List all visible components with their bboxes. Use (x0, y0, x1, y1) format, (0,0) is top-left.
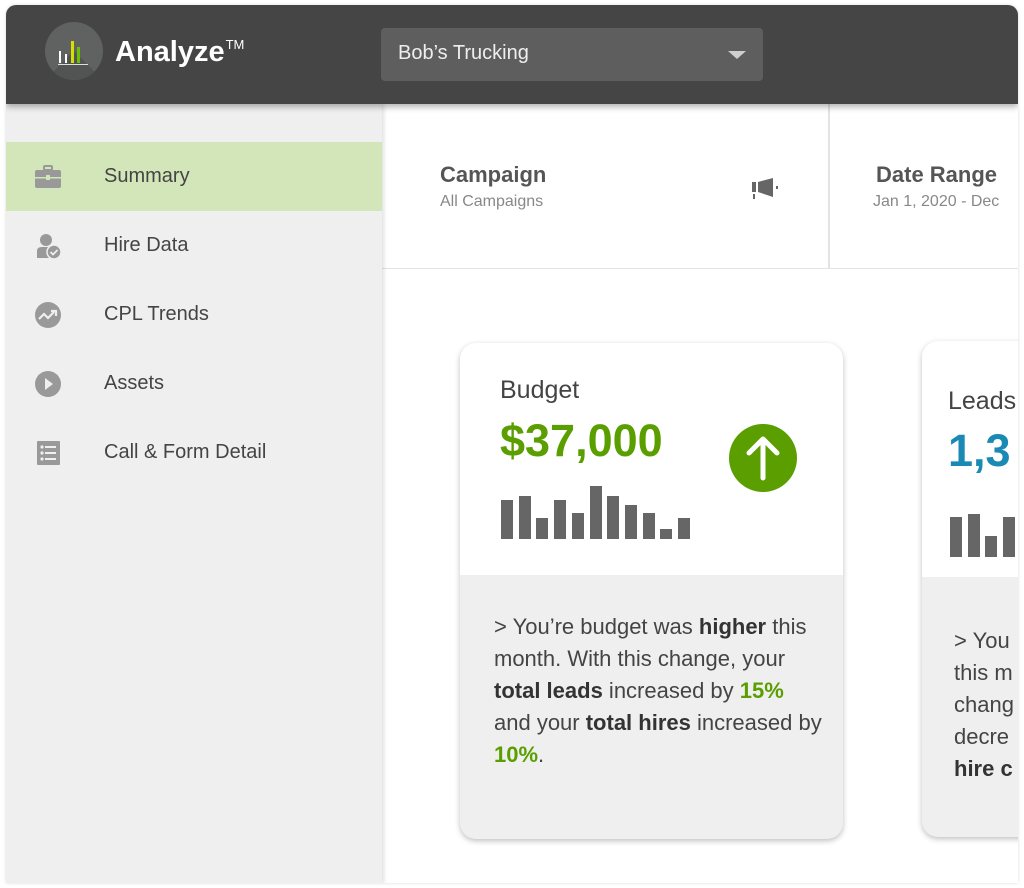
sidebar-item-label: Assets (104, 372, 165, 394)
card-title: Leads (948, 387, 1017, 415)
sidebar-item-label: CPL Trends (104, 303, 209, 325)
chevron-down-icon (728, 51, 746, 59)
sparkline-bar (624, 505, 637, 539)
sidebar-item-label: Hire Data (104, 234, 189, 256)
sparkline-bar (589, 486, 602, 539)
sparkline-bar (985, 536, 998, 557)
leads-card[interactable]: Leads 1,3 > You this m chang decre hire c (922, 341, 1018, 837)
budget-insight-text: > You’re budget was higher this month. W… (494, 614, 822, 767)
sidebar-item-call-form-detail[interactable]: Call & Form Detail (6, 418, 382, 487)
top-bar: AnalyzeTM Bob’s Trucking (6, 5, 1018, 104)
sparkline-bar (642, 513, 655, 539)
sparkline-bar (967, 514, 980, 557)
analyze-logo (45, 22, 103, 80)
budget-card[interactable]: Budget $37,000 > You’re budget was highe… (460, 343, 843, 839)
trademark: TM (225, 37, 245, 52)
arrow-up-circle-icon (729, 424, 797, 492)
sparkline-bar (554, 500, 567, 539)
list-icon (37, 441, 60, 465)
user-check-icon (37, 234, 62, 259)
sparkline-bar (950, 517, 962, 557)
account-selector-value: Bob’s Trucking (398, 42, 529, 64)
card-title: Budget (500, 376, 580, 404)
leads-sparkline (950, 501, 1018, 557)
filter-divider (828, 104, 830, 269)
leads-insight-text: > You this m chang decre hire c (954, 628, 1014, 781)
date-range-filter-title: Date Range (876, 162, 998, 187)
account-selector[interactable]: Bob’s Trucking (381, 28, 763, 81)
sparkline-bar (518, 496, 531, 539)
card-value: $37,000 (500, 415, 663, 466)
campaign-filter-value: All Campaigns (440, 193, 544, 210)
sidebar-item-cpl-trends[interactable]: CPL Trends (6, 280, 382, 349)
budget-sparkline (501, 483, 701, 539)
sidebar-item-assets[interactable]: Assets (6, 349, 382, 418)
sparkline-bar (660, 529, 673, 539)
date-range-filter-value: Jan 1, 2020 - Dec (873, 193, 1000, 210)
trend-up-icon (35, 302, 61, 328)
sparkline-bar (571, 513, 584, 539)
sidebar-item-label: Call & Form Detail (104, 441, 267, 463)
sidebar-item-summary[interactable]: Summary (6, 142, 382, 211)
megaphone-icon (752, 178, 778, 199)
sparkline-bar (1003, 517, 1016, 557)
campaign-filter-title: Campaign (440, 162, 547, 187)
sparkline-bar (678, 518, 690, 539)
sidebar: Summary Hire Data CPL Trends Assets Call… (6, 104, 382, 883)
sidebar-item-hire-data[interactable]: Hire Data (6, 211, 382, 280)
sparkline-bar (607, 496, 620, 539)
sparkline-bar (536, 518, 549, 539)
briefcase-icon (35, 165, 61, 188)
card-value: 1,3 (948, 425, 1011, 476)
sparkline-bar (501, 500, 513, 539)
app-window: AnalyzeTM Bob’s Trucking Summary Hire Da… (6, 5, 1018, 883)
brand-name: Analyze (115, 36, 225, 68)
filter-bar: Campaign All Campaigns Date Range Jan 1,… (382, 104, 1018, 269)
app-title: AnalyzeTM (115, 36, 244, 69)
sidebar-item-label: Summary (104, 165, 190, 187)
play-icon (35, 371, 61, 397)
